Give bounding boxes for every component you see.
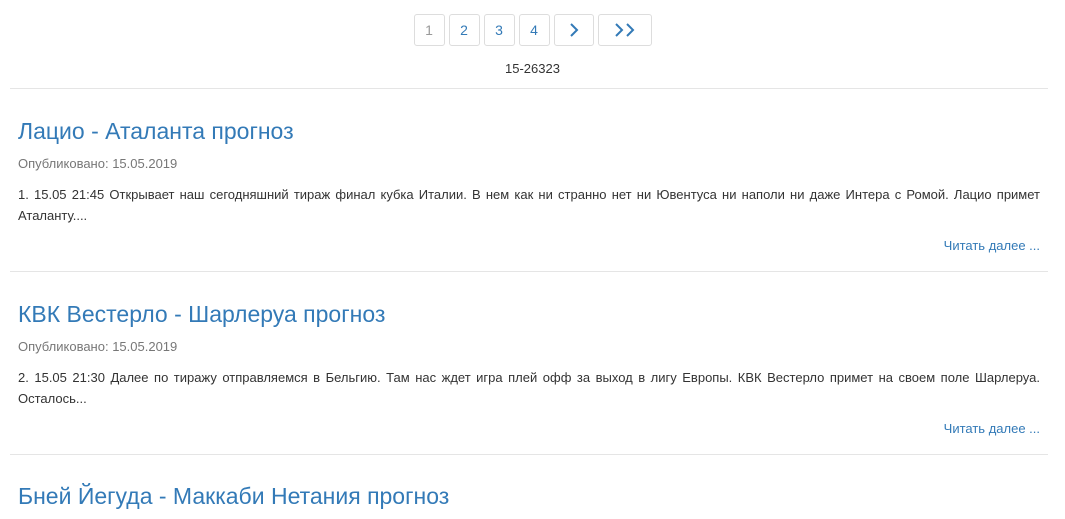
pagination: 1 2 3 4 — [0, 14, 1065, 46]
read-more-link[interactable]: Читать далее ... — [944, 421, 1040, 436]
page-1-button[interactable]: 1 — [413, 14, 445, 46]
results-counter: 15-26323 — [505, 61, 560, 76]
article-title-link[interactable]: КВК Вестерло - Шарлеруа прогноз — [18, 300, 1040, 328]
chevron-right-icon — [569, 23, 578, 37]
page-4-button[interactable]: 4 — [518, 14, 550, 46]
last-page-button[interactable] — [597, 14, 652, 46]
page-3-button[interactable]: 3 — [483, 14, 515, 46]
article-excerpt: 2. 15.05 21:30 Далее по тиражу отправляе… — [18, 370, 1040, 406]
page-2-button[interactable]: 2 — [448, 14, 480, 46]
article-excerpt: 1. 15.05 21:45 Открывает наш сегодняшний… — [18, 187, 1040, 223]
pager: 1 2 3 4 — [413, 14, 652, 46]
divider — [10, 88, 1048, 89]
article-item: Лацио - Аталанта прогноз Опубликовано: 1… — [18, 117, 1040, 255]
article-item: Бней Йегуда - Маккаби Нетания прогноз — [18, 482, 1040, 510]
read-more-row: Читать далее ... — [18, 237, 1040, 255]
divider — [10, 271, 1048, 272]
published-date: Опубликовано: 15.05.2019 — [18, 156, 178, 171]
read-more-link[interactable]: Читать далее ... — [944, 238, 1040, 253]
divider — [10, 454, 1048, 455]
article-title-link[interactable]: Лацио - Аталанта прогноз — [18, 117, 1040, 145]
double-chevron-right-icon — [614, 23, 634, 37]
article-title-link[interactable]: Бней Йегуда - Маккаби Нетания прогноз — [18, 482, 1040, 510]
read-more-row: Читать далее ... — [18, 420, 1040, 438]
next-page-button[interactable] — [553, 14, 594, 46]
article-item: КВК Вестерло - Шарлеруа прогноз Опублико… — [18, 300, 1040, 438]
published-date: Опубликовано: 15.05.2019 — [18, 339, 178, 354]
